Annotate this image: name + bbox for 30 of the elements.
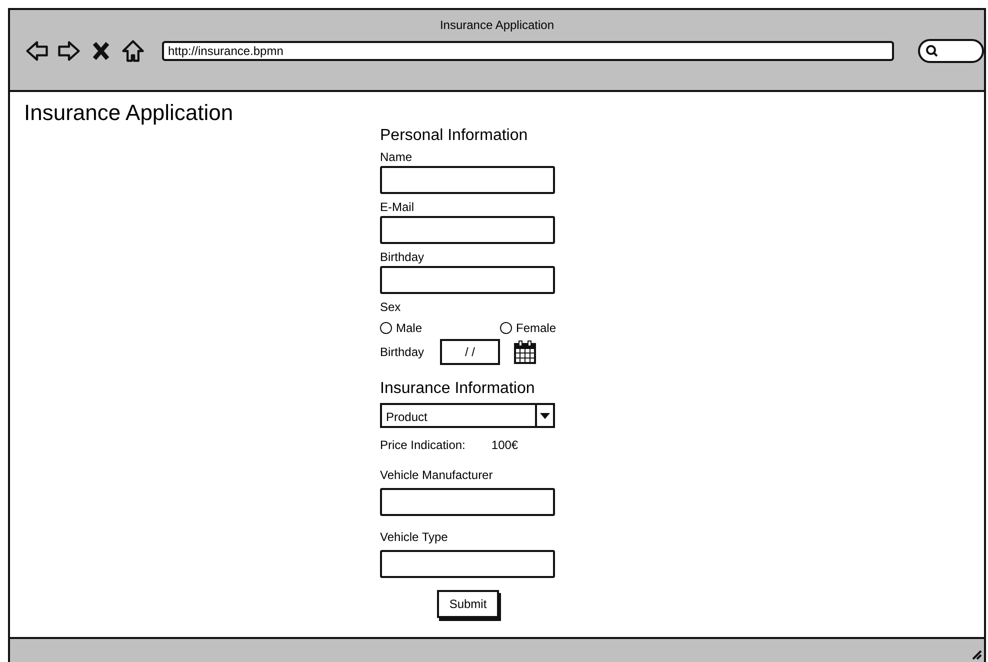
resize-grip-icon[interactable]	[970, 648, 982, 660]
page-heading: Insurance Application	[24, 100, 234, 126]
field-label: Vehicle Manufacturer	[380, 468, 494, 483]
window-title: Insurance Application	[438, 17, 556, 34]
text-field[interactable]	[380, 266, 555, 294]
field-label: Vehicle Type	[380, 530, 449, 545]
text-field[interactable]	[380, 216, 555, 244]
price-value: 100€	[491, 437, 518, 454]
field-label: Name	[380, 150, 414, 165]
section-heading: Personal Information	[380, 126, 529, 146]
date-field[interactable]: / /	[440, 339, 500, 365]
field-label: Birthday	[380, 344, 424, 361]
field-label: Birthday	[380, 250, 426, 265]
address-field[interactable]: http://insurance.bpmn	[162, 41, 894, 61]
radio-button[interactable]: Female	[500, 319, 556, 337]
submit-button[interactable]: Submit	[437, 590, 499, 618]
search-icon	[926, 45, 938, 57]
field-label: Sex	[380, 300, 402, 315]
caret-icon	[540, 412, 550, 418]
calendar-icon[interactable]	[514, 340, 536, 364]
field-label: E-Mail	[380, 200, 416, 215]
home-icon[interactable]	[120, 38, 146, 64]
product-dropdown[interactable]: Product	[380, 403, 555, 428]
text-field[interactable]	[380, 550, 555, 578]
search-field[interactable]	[918, 39, 984, 63]
price-label: Price Indication:	[380, 437, 466, 454]
radio-button[interactable]: Male	[380, 319, 422, 337]
text-field[interactable]	[380, 166, 555, 194]
text-field[interactable]	[380, 488, 555, 516]
section-heading: Insurance Information	[380, 379, 536, 399]
